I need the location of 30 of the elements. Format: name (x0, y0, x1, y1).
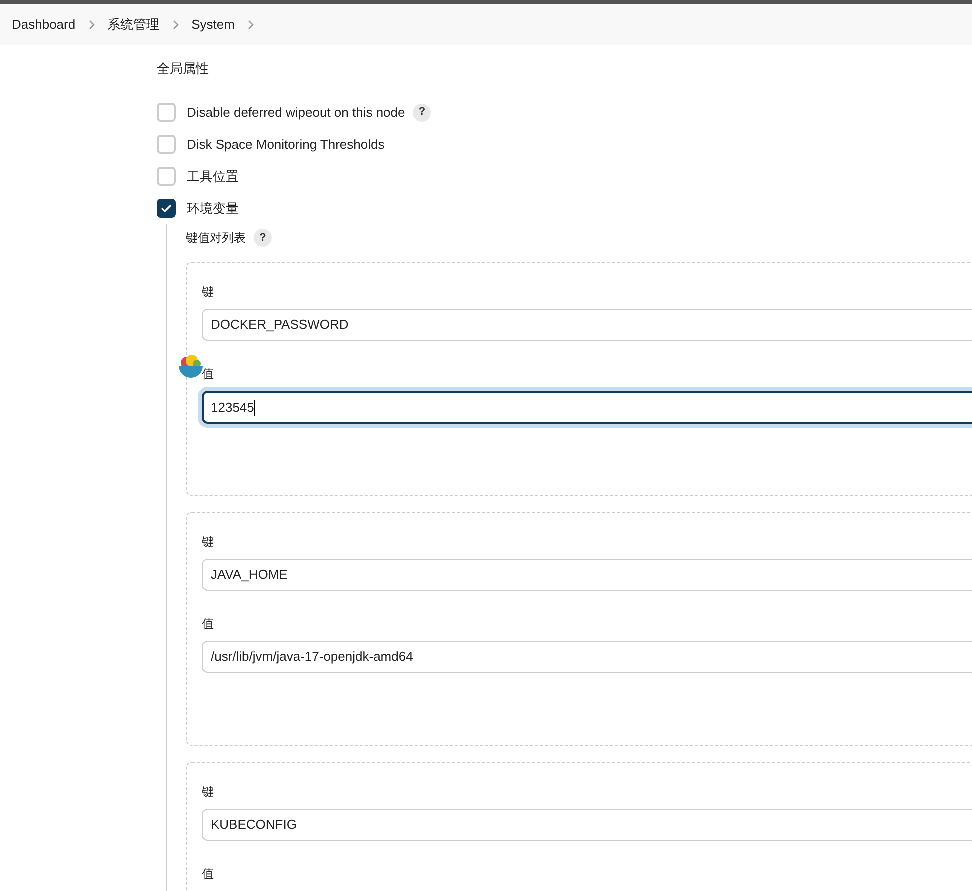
input-field[interactable]: DOCKER_PASSWORD (202, 309, 972, 341)
checkbox[interactable] (157, 103, 176, 122)
check-icon (161, 204, 172, 213)
checkbox[interactable] (157, 167, 176, 186)
chevron-icon (172, 18, 180, 30)
input-field[interactable]: KUBECONFIG (202, 809, 972, 841)
chevron-icon (88, 18, 96, 30)
breadcrumb-link[interactable]: System (192, 14, 235, 34)
field-label: 值 (202, 616, 215, 633)
list-label: 键值对列表 (186, 230, 246, 247)
checkbox-label: Disk Space Monitoring Thresholds (187, 136, 385, 154)
field-label: 键 (202, 534, 215, 551)
checkbox-label: 环境变量 (187, 200, 239, 218)
chevron-icon (246, 18, 255, 30)
checkbox-label: Disable deferred wipeout on this node (187, 104, 406, 122)
section-title: 全局属性 (157, 60, 210, 78)
checkbox-label: 工具位置 (187, 168, 239, 186)
breadcrumb-link[interactable]: Dashboard (12, 14, 76, 34)
help-button[interactable]: ? (254, 229, 272, 247)
checkbox[interactable] (157, 199, 176, 218)
help-button[interactable]: ? (413, 104, 432, 122)
checkbox[interactable] (157, 135, 176, 154)
field-label: 键 (202, 284, 215, 301)
field-label: 值 (202, 866, 215, 883)
field-label: 值 (202, 366, 215, 383)
input-field[interactable]: JAVA_HOME (202, 559, 972, 591)
breadcrumb-link[interactable]: 系统管理 (108, 14, 160, 34)
field-label: 键 (202, 784, 215, 801)
input-field[interactable]: /usr/lib/jvm/java-17-openjdk-amd64 (202, 641, 972, 673)
bowl-icon (178, 354, 204, 380)
